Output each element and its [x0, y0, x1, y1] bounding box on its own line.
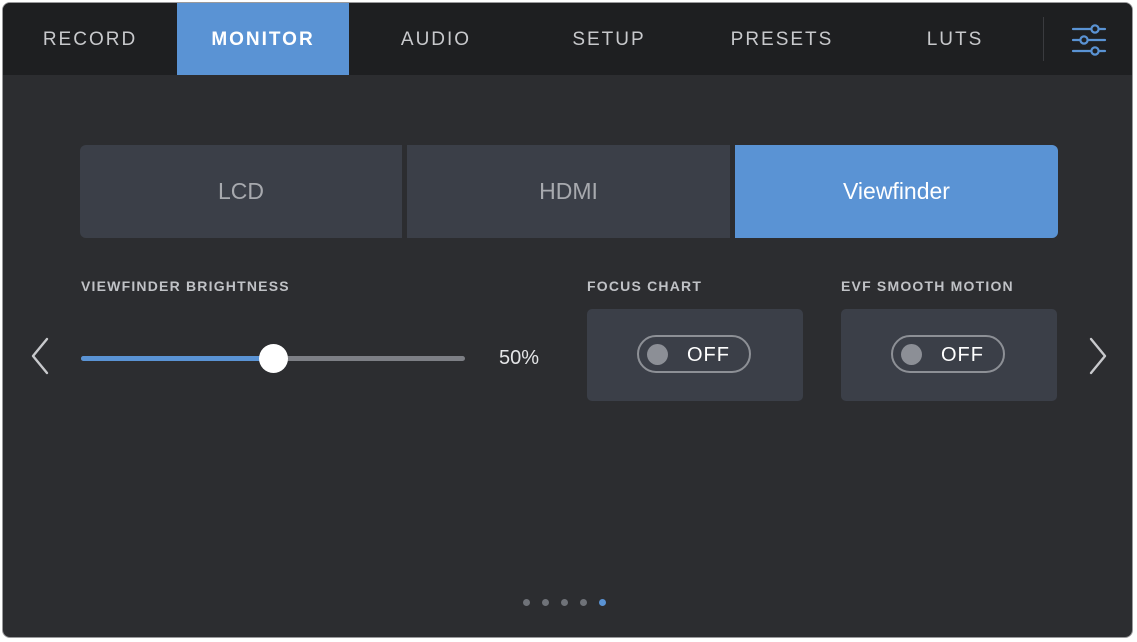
tab-setup[interactable]: SETUP — [523, 3, 695, 75]
brightness-slider-knob[interactable] — [259, 344, 288, 373]
brightness-slider[interactable] — [81, 344, 465, 373]
top-tab-bar: RECORD MONITOR AUDIO SETUP PRESETS LUTS — [3, 3, 1132, 75]
chevron-right-icon[interactable] — [1087, 336, 1109, 376]
focus-chart-toggle[interactable]: OFF — [637, 335, 751, 373]
monitor-settings-screen: RECORD MONITOR AUDIO SETUP PRESETS LUTS … — [2, 2, 1133, 638]
evf-smooth-motion-label: EVF SMOOTH MOTION — [841, 278, 1014, 294]
tab-luts[interactable]: LUTS — [869, 3, 1041, 75]
evf-smooth-motion-card: OFF — [841, 309, 1057, 401]
tab-record[interactable]: RECORD — [3, 3, 177, 75]
focus-chart-state: OFF — [687, 344, 730, 366]
output-viewfinder-button[interactable]: Viewfinder — [735, 145, 1058, 238]
tab-presets[interactable]: PRESETS — [695, 3, 869, 75]
page-dot-4[interactable] — [580, 599, 587, 606]
evf-smooth-motion-toggle[interactable]: OFF — [891, 335, 1005, 373]
page-indicator — [523, 599, 623, 609]
viewfinder-brightness-label: VIEWFINDER BRIGHTNESS — [81, 278, 290, 294]
page-dot-5[interactable] — [599, 599, 606, 606]
sliders-icon[interactable] — [1071, 23, 1107, 57]
brightness-value: 50% — [499, 347, 540, 369]
output-hdmi-button[interactable]: HDMI — [407, 145, 730, 238]
tab-divider — [1043, 17, 1044, 61]
page-dot-2[interactable] — [542, 599, 549, 606]
chevron-left-icon[interactable] — [29, 336, 51, 376]
page-dot-3[interactable] — [561, 599, 568, 606]
tab-audio[interactable]: AUDIO — [349, 3, 523, 75]
output-lcd-button[interactable]: LCD — [80, 145, 402, 238]
brightness-slider-fill — [81, 356, 273, 361]
page-dot-1[interactable] — [523, 599, 530, 606]
toggle-knob — [647, 344, 668, 365]
toggle-knob — [901, 344, 922, 365]
focus-chart-label: FOCUS CHART — [587, 278, 703, 294]
focus-chart-card: OFF — [587, 309, 803, 401]
evf-smooth-motion-state: OFF — [941, 344, 984, 366]
tab-monitor[interactable]: MONITOR — [177, 3, 349, 75]
